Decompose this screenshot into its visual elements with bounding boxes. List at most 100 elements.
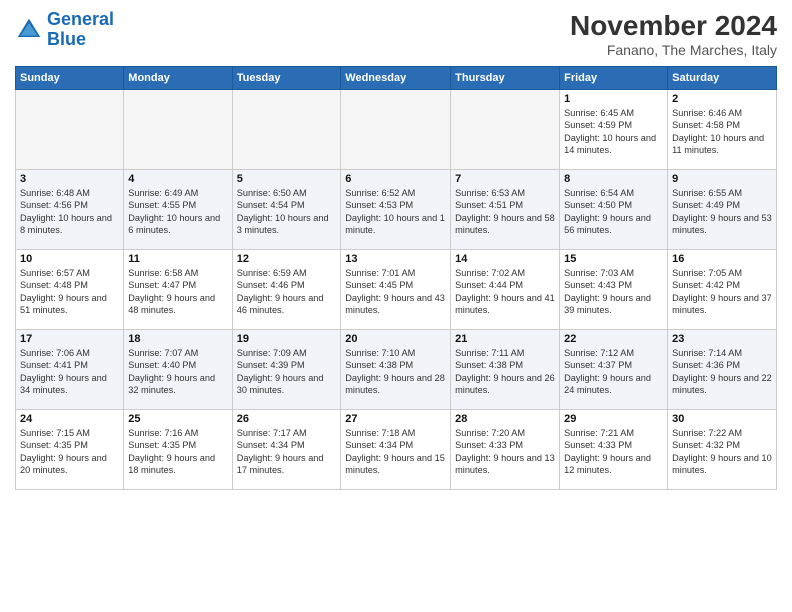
- day-number: 11: [128, 253, 227, 265]
- table-row: 14Sunrise: 7:02 AM Sunset: 4:44 PM Dayli…: [451, 250, 560, 330]
- day-info: Sunrise: 6:45 AM Sunset: 4:59 PM Dayligh…: [564, 107, 663, 157]
- table-row: [124, 90, 232, 170]
- day-info: Sunrise: 7:07 AM Sunset: 4:40 PM Dayligh…: [128, 347, 227, 397]
- day-number: 17: [20, 333, 119, 345]
- calendar-week-row: 24 Sunrise: 7:15 AM Sunset: 4:35 PM Dayli…: [16, 410, 777, 490]
- table-row: [232, 90, 341, 170]
- day-number: 16: [672, 253, 772, 265]
- day-number: 21: [455, 333, 555, 345]
- day-number: 27: [345, 413, 446, 425]
- day-number: 5: [237, 173, 337, 185]
- month-title: November 2024: [570, 10, 777, 42]
- day-info: Sunrise: 7:15 AM Sunset: 4:35 PM Dayligh…: [20, 427, 119, 477]
- table-row: 25Sunrise: 7:16 AM Sunset: 4:35 PM Dayli…: [124, 410, 232, 490]
- day-number: 18: [128, 333, 227, 345]
- table-row: 29 Sunrise: 7:21 AM Sunset: 4:33 PM Dayli…: [560, 410, 668, 490]
- day-number: 19: [237, 333, 337, 345]
- day-info: Sunrise: 6:54 AM Sunset: 4:50 PM Dayligh…: [564, 187, 663, 237]
- table-row: 16 Sunrise: 7:05 AM Sunset: 4:42 PM Dayli…: [668, 250, 777, 330]
- header-thursday: Thursday: [451, 67, 560, 90]
- day-number: 29: [564, 413, 663, 425]
- table-row: 19 Sunrise: 7:09 AM Sunset: 4:39 PM Dayli…: [232, 330, 341, 410]
- day-info: Sunrise: 7:20 AM Sunset: 4:33 PM Dayligh…: [455, 427, 555, 477]
- calendar-week-row: 10 Sunrise: 6:57 AM Sunset: 4:48 PM Dayli…: [16, 250, 777, 330]
- table-row: 5 Sunrise: 6:50 AM Sunset: 4:54 PM Daylig…: [232, 170, 341, 250]
- day-info: Sunrise: 7:14 AM Sunset: 4:36 PM Dayligh…: [672, 347, 772, 397]
- table-row: 26 Sunrise: 7:17 AM Sunset: 4:34 PM Dayli…: [232, 410, 341, 490]
- logo: General Blue: [15, 10, 114, 50]
- table-row: 10 Sunrise: 6:57 AM Sunset: 4:48 PM Dayli…: [16, 250, 124, 330]
- day-info: Sunrise: 7:05 AM Sunset: 4:42 PM Dayligh…: [672, 267, 772, 317]
- day-info: Sunrise: 6:55 AM Sunset: 4:49 PM Dayligh…: [672, 187, 772, 237]
- day-info: Sunrise: 6:48 AM Sunset: 4:56 PM Dayligh…: [20, 187, 119, 237]
- day-number: 24: [20, 413, 119, 425]
- table-row: 9 Sunrise: 6:55 AM Sunset: 4:49 PM Daylig…: [668, 170, 777, 250]
- table-row: 22 Sunrise: 7:12 AM Sunset: 4:37 PM Dayli…: [560, 330, 668, 410]
- day-number: 10: [20, 253, 119, 265]
- header-sunday: Sunday: [16, 67, 124, 90]
- day-info: Sunrise: 7:17 AM Sunset: 4:34 PM Dayligh…: [237, 427, 337, 477]
- table-row: 2Sunrise: 6:46 AM Sunset: 4:58 PM Daylig…: [668, 90, 777, 170]
- table-row: 1 Sunrise: 6:45 AM Sunset: 4:59 PM Daylig…: [560, 90, 668, 170]
- day-number: 15: [564, 253, 663, 265]
- day-number: 9: [672, 173, 772, 185]
- calendar-week-row: 17 Sunrise: 7:06 AM Sunset: 4:41 PM Dayli…: [16, 330, 777, 410]
- day-info: Sunrise: 7:16 AM Sunset: 4:35 PM Dayligh…: [128, 427, 227, 477]
- table-row: 3 Sunrise: 6:48 AM Sunset: 4:56 PM Daylig…: [16, 170, 124, 250]
- table-row: 18 Sunrise: 7:07 AM Sunset: 4:40 PM Dayli…: [124, 330, 232, 410]
- day-info: Sunrise: 6:57 AM Sunset: 4:48 PM Dayligh…: [20, 267, 119, 317]
- day-info: Sunrise: 7:18 AM Sunset: 4:34 PM Dayligh…: [345, 427, 446, 477]
- day-number: 7: [455, 173, 555, 185]
- day-info: Sunrise: 7:03 AM Sunset: 4:43 PM Dayligh…: [564, 267, 663, 317]
- day-info: Sunrise: 7:12 AM Sunset: 4:37 PM Dayligh…: [564, 347, 663, 397]
- table-row: 11Sunrise: 6:58 AM Sunset: 4:47 PM Dayli…: [124, 250, 232, 330]
- header-saturday: Saturday: [668, 67, 777, 90]
- table-row: 21Sunrise: 7:11 AM Sunset: 4:38 PM Dayli…: [451, 330, 560, 410]
- header-wednesday: Wednesday: [341, 67, 451, 90]
- title-area: November 2024 Fanano, The Marches, Italy: [570, 10, 777, 58]
- day-info: Sunrise: 6:53 AM Sunset: 4:51 PM Dayligh…: [455, 187, 555, 237]
- day-info: Sunrise: 7:06 AM Sunset: 4:41 PM Dayligh…: [20, 347, 119, 397]
- header-tuesday: Tuesday: [232, 67, 341, 90]
- table-row: 13 Sunrise: 7:01 AM Sunset: 4:45 PM Dayli…: [341, 250, 451, 330]
- day-number: 20: [345, 333, 446, 345]
- table-row: 20 Sunrise: 7:10 AM Sunset: 4:38 PM Dayli…: [341, 330, 451, 410]
- day-number: 26: [237, 413, 337, 425]
- header: General Blue November 2024 Fanano, The M…: [15, 10, 777, 58]
- day-number: 2: [672, 93, 772, 105]
- table-row: [451, 90, 560, 170]
- day-info: Sunrise: 7:01 AM Sunset: 4:45 PM Dayligh…: [345, 267, 446, 317]
- table-row: 7 Sunrise: 6:53 AM Sunset: 4:51 PM Daylig…: [451, 170, 560, 250]
- table-row: 30Sunrise: 7:22 AM Sunset: 4:32 PM Dayli…: [668, 410, 777, 490]
- day-info: Sunrise: 6:49 AM Sunset: 4:55 PM Dayligh…: [128, 187, 227, 237]
- day-info: Sunrise: 6:59 AM Sunset: 4:46 PM Dayligh…: [237, 267, 337, 317]
- table-row: 24 Sunrise: 7:15 AM Sunset: 4:35 PM Dayli…: [16, 410, 124, 490]
- day-info: Sunrise: 7:02 AM Sunset: 4:44 PM Dayligh…: [455, 267, 555, 317]
- day-number: 1: [564, 93, 663, 105]
- day-number: 22: [564, 333, 663, 345]
- day-number: 30: [672, 413, 772, 425]
- table-row: 28 Sunrise: 7:20 AM Sunset: 4:33 PM Dayli…: [451, 410, 560, 490]
- logo-line1: General: [47, 9, 114, 29]
- day-number: 8: [564, 173, 663, 185]
- location-subtitle: Fanano, The Marches, Italy: [570, 42, 777, 58]
- calendar-table: Sunday Monday Tuesday Wednesday Thursday…: [15, 66, 777, 490]
- table-row: [16, 90, 124, 170]
- day-info: Sunrise: 7:09 AM Sunset: 4:39 PM Dayligh…: [237, 347, 337, 397]
- header-monday: Monday: [124, 67, 232, 90]
- day-info: Sunrise: 6:50 AM Sunset: 4:54 PM Dayligh…: [237, 187, 337, 237]
- page-container: General Blue November 2024 Fanano, The M…: [0, 0, 792, 612]
- day-number: 3: [20, 173, 119, 185]
- table-row: 27 Sunrise: 7:18 AM Sunset: 4:34 PM Dayli…: [341, 410, 451, 490]
- table-row: 23Sunrise: 7:14 AM Sunset: 4:36 PM Dayli…: [668, 330, 777, 410]
- day-number: 28: [455, 413, 555, 425]
- day-info: Sunrise: 7:21 AM Sunset: 4:33 PM Dayligh…: [564, 427, 663, 477]
- logo-line2: Blue: [47, 29, 86, 49]
- table-row: 17 Sunrise: 7:06 AM Sunset: 4:41 PM Dayli…: [16, 330, 124, 410]
- day-number: 13: [345, 253, 446, 265]
- table-row: 12Sunrise: 6:59 AM Sunset: 4:46 PM Dayli…: [232, 250, 341, 330]
- day-info: Sunrise: 7:10 AM Sunset: 4:38 PM Dayligh…: [345, 347, 446, 397]
- calendar-week-row: 3 Sunrise: 6:48 AM Sunset: 4:56 PM Daylig…: [16, 170, 777, 250]
- table-row: 15 Sunrise: 7:03 AM Sunset: 4:43 PM Dayli…: [560, 250, 668, 330]
- header-friday: Friday: [560, 67, 668, 90]
